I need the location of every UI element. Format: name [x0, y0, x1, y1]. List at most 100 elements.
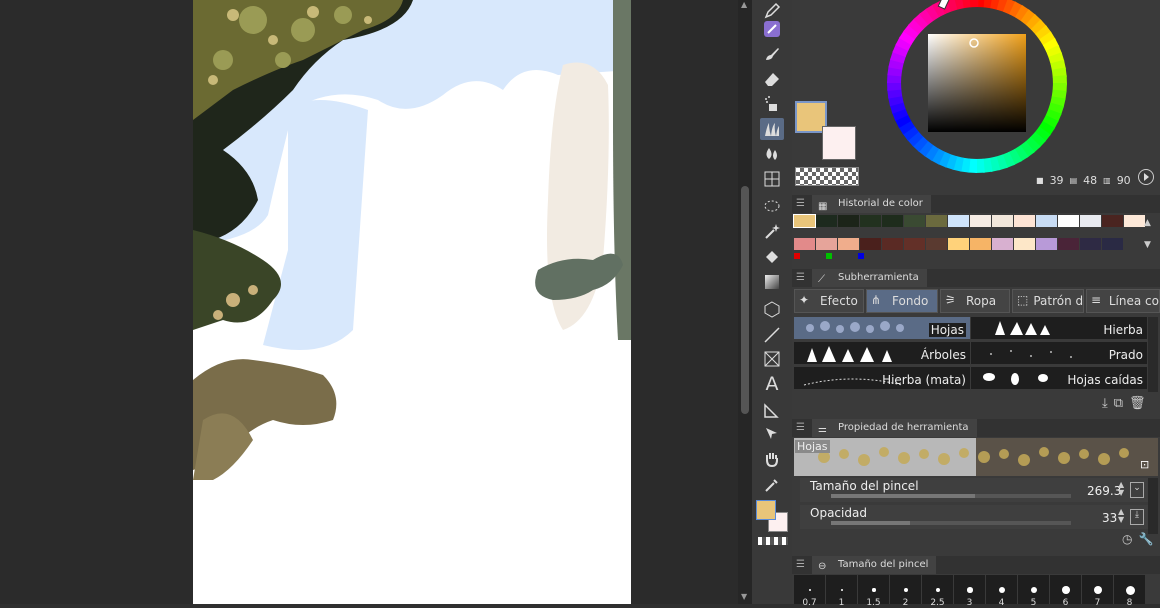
brush-hierba-mata[interactable]: Hierba (mata) — [794, 367, 970, 389]
mesh-icon[interactable] — [760, 168, 784, 190]
brush-size-preset[interactable]: 7 — [1082, 575, 1113, 608]
history-swatch[interactable] — [816, 238, 837, 250]
history-swatch[interactable] — [1102, 238, 1123, 250]
history-scroll-down-icon[interactable]: ▼ — [1144, 240, 1151, 250]
history-swatch[interactable] — [838, 215, 859, 227]
history-swatch[interactable] — [860, 215, 881, 227]
history-swatch[interactable] — [1036, 238, 1057, 250]
opacity-pressure-icon[interactable]: ⤓ — [1130, 509, 1144, 525]
history-swatch[interactable] — [1014, 215, 1035, 227]
brush-size-preset[interactable]: 8 — [1114, 575, 1145, 608]
brush-size-dropdown-icon[interactable]: ⌄ — [1130, 482, 1144, 498]
brush-size-preset[interactable]: 0.7 — [794, 575, 825, 608]
history-swatch[interactable] — [882, 215, 903, 227]
tab-linea[interactable]: ≡ Línea co — [1086, 289, 1160, 313]
history-scroll-up-icon[interactable]: ▲ — [1144, 218, 1151, 228]
tab-color-history[interactable]: ▦ Historial de color — [812, 195, 931, 213]
tab-efecto[interactable]: ✦ Efecto — [794, 289, 864, 313]
history-swatch[interactable] — [838, 238, 859, 250]
hand-icon[interactable] — [760, 448, 784, 470]
toolbar-main-color-swatch[interactable] — [756, 500, 776, 520]
history-swatch[interactable] — [1102, 215, 1123, 227]
drawing-canvas[interactable] — [193, 0, 631, 604]
history-swatch[interactable] — [1080, 238, 1101, 250]
brush-prado[interactable]: Prado — [971, 342, 1147, 364]
history-swatch[interactable] — [992, 215, 1013, 227]
brush-icon[interactable] — [760, 43, 784, 65]
brush-hojas-caidas[interactable]: Hojas caídas — [971, 367, 1147, 389]
tab-ropa[interactable]: ⚞ Ropa — [940, 289, 1010, 313]
brush-arboles[interactable]: Árboles — [794, 342, 970, 364]
color-history-grid[interactable] — [793, 214, 1145, 264]
brush-size-preset[interactable]: 1.5 — [858, 575, 889, 608]
history-swatch[interactable] — [948, 238, 969, 250]
opacity-slider[interactable] — [831, 521, 1071, 525]
gradient-icon[interactable] — [760, 271, 784, 293]
tab-patron[interactable]: ⬚Patrón de — [1012, 289, 1084, 313]
transparent-color-swatch[interactable] — [758, 537, 788, 545]
lock-icon[interactable]: ⊡ — [1140, 458, 1149, 471]
decoration-icon[interactable] — [760, 118, 784, 140]
history-swatch[interactable] — [882, 238, 903, 250]
canvas-vertical-scrollbar[interactable]: ▲ ▼ — [738, 0, 752, 604]
blend-icon[interactable] — [760, 143, 784, 165]
brush-hierba[interactable]: Hierba — [971, 317, 1147, 339]
history-swatch[interactable] — [1080, 215, 1101, 227]
3d-object-icon[interactable] — [760, 298, 784, 320]
opacity-row[interactable]: Opacidad 33 ▲ ▼ ⤓ — [800, 505, 1150, 529]
brush-size-row[interactable]: Tamaño del pincel 269.3 ▲ ▼ ⌄ — [800, 478, 1150, 502]
history-swatch[interactable] — [904, 238, 925, 250]
line-icon[interactable] — [760, 324, 784, 346]
history-swatch[interactable] — [1058, 215, 1079, 227]
color-wheel[interactable] — [884, 0, 1070, 176]
fill-icon[interactable] — [760, 246, 784, 268]
opacity-spinner[interactable]: ▲ ▼ — [1118, 508, 1124, 524]
tab-subtool[interactable]: ⟋ Subherramienta — [812, 269, 927, 287]
delete-icon[interactable]: 🗑 — [1129, 396, 1146, 411]
history-swatch[interactable] — [948, 215, 969, 227]
play-icon[interactable] — [1138, 169, 1154, 185]
eyedropper-icon[interactable] — [760, 474, 784, 496]
tab-fondo[interactable]: ⋔ Fondo — [866, 289, 938, 313]
airbrush-icon[interactable] — [760, 93, 784, 115]
tab-tool-property[interactable]: ⚌ Propiedad de herramienta — [812, 419, 977, 437]
magic-wand-icon[interactable] — [760, 220, 784, 242]
brush-size-preset[interactable]: 2 — [890, 575, 921, 608]
brush-size-preset[interactable]: 1 — [826, 575, 857, 608]
brush-size-slider[interactable] — [831, 494, 1071, 498]
subtool-scrollbar[interactable] — [1148, 317, 1158, 392]
brush-size-preset[interactable]: 4 — [986, 575, 1017, 608]
brush-size-preset[interactable]: 3 — [954, 575, 985, 608]
brush-size-preset[interactable]: 5 — [1018, 575, 1049, 608]
history-swatch[interactable] — [1058, 238, 1079, 250]
transparent-swatch[interactable] — [795, 167, 859, 186]
history-swatch[interactable] — [970, 238, 991, 250]
operation-icon[interactable] — [760, 423, 784, 445]
wrench-icon[interactable]: 🔧 — [1138, 532, 1153, 546]
pencil-icon[interactable] — [760, 18, 784, 40]
brush-size-spinner[interactable]: ▲ ▼ — [1118, 481, 1124, 497]
history-swatch[interactable] — [1124, 215, 1145, 227]
lasso-icon[interactable] — [760, 196, 784, 218]
tab-brush-size[interactable]: ⊖ Tamaño del pincel — [812, 556, 937, 574]
history-swatch[interactable] — [926, 215, 947, 227]
brush-hojas[interactable]: Hojas — [794, 317, 970, 339]
reset-icon[interactable]: ◷ — [1122, 532, 1132, 546]
sub-color-swatch[interactable] — [822, 126, 856, 160]
duplicate-icon[interactable]: ⧉ — [1114, 396, 1123, 411]
history-swatch[interactable] — [860, 238, 881, 250]
text-icon[interactable]: A — [760, 373, 784, 395]
brush-size-preset[interactable]: 2.5 — [922, 575, 953, 608]
history-swatch[interactable] — [794, 238, 815, 250]
history-swatch[interactable] — [1014, 238, 1035, 250]
history-swatch[interactable] — [816, 215, 837, 227]
scrollbar-thumb[interactable] — [741, 186, 749, 414]
ruler-icon[interactable] — [760, 399, 784, 421]
history-swatch[interactable] — [1036, 215, 1057, 227]
history-swatch[interactable] — [904, 215, 925, 227]
import-icon[interactable]: ⤓ — [1102, 396, 1108, 411]
brush-size-preset[interactable]: 6 — [1050, 575, 1081, 608]
frame-icon[interactable] — [760, 348, 784, 370]
history-swatch[interactable] — [793, 214, 816, 228]
eraser-icon[interactable] — [760, 68, 784, 90]
